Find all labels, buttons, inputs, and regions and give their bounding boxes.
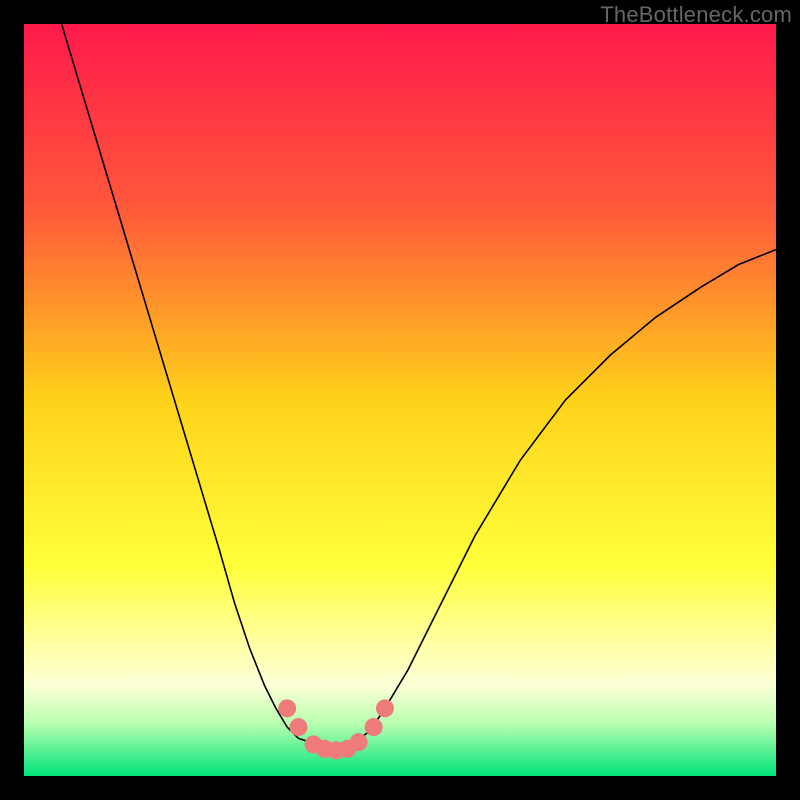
valley-marker — [365, 718, 383, 736]
valley-marker — [289, 718, 307, 736]
valley-marker — [376, 699, 394, 717]
valley-marker — [350, 733, 368, 751]
valley-marker — [278, 699, 296, 717]
watermark-text: TheBottleneck.com — [600, 2, 792, 28]
chart-background — [24, 24, 776, 776]
chart-svg — [24, 24, 776, 776]
chart-frame — [24, 24, 776, 776]
